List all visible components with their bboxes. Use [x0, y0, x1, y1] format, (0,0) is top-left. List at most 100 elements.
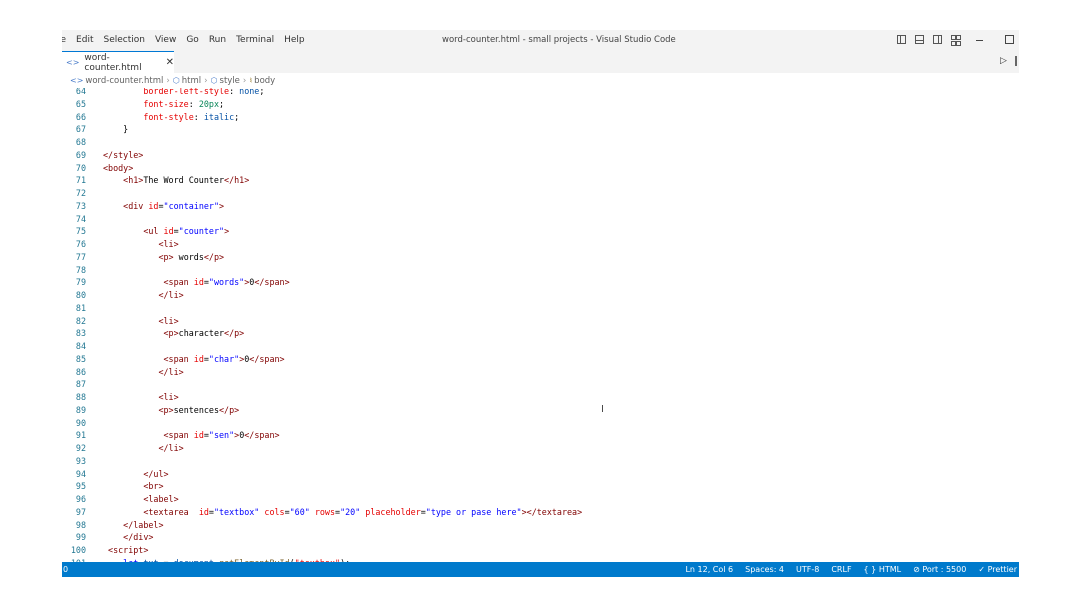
- line-number: 69: [75, 149, 86, 160]
- minimize-button[interactable]: [975, 35, 985, 45]
- customize-layout-icon[interactable]: [951, 35, 961, 46]
- code-line: 85 <span id="char">0</span>: [62, 353, 1019, 366]
- code-line: 82 <li>: [62, 315, 1019, 328]
- line-number: 89: [75, 404, 86, 415]
- status-right-items: Ln 12, Col 6 Spaces: 4 UTF-8 CRLF { } HT…: [673, 562, 1017, 577]
- code-line: 79 <span id="words">0</span>: [62, 276, 1019, 289]
- code-editor[interactable]: 64 border-left-style: none; 65 font-size:…: [62, 88, 1019, 562]
- line-code: </ul>: [143, 468, 169, 479]
- status-problems[interactable]: 0: [63, 562, 68, 577]
- code-line: 80 </li>: [62, 289, 1019, 302]
- menu-go[interactable]: Go: [186, 30, 198, 51]
- toggle-primary-sidebar-icon[interactable]: [897, 35, 906, 44]
- line-number: 84: [75, 341, 86, 351]
- line-code: <li>: [158, 239, 179, 249]
- code-line: 67 }: [62, 123, 1019, 136]
- line-code: <p>character</p>: [163, 328, 245, 339]
- status-indentation[interactable]: Spaces: 4: [745, 565, 784, 574]
- line-code: font-size: 20px;: [103, 98, 225, 109]
- line-number: 78: [75, 264, 86, 275]
- line-code: <label>: [143, 494, 179, 504]
- element-tag-icon: ♮: [249, 76, 253, 85]
- code-line: 64 border-left-style: none;: [62, 88, 1019, 98]
- code-line: 75 <ul id="counter">: [62, 225, 1019, 238]
- vscode-window: le Edit Selection View Go Run Terminal H…: [62, 30, 1019, 577]
- line-number: 74: [75, 213, 86, 224]
- menu-terminal[interactable]: Terminal: [236, 30, 274, 51]
- title-bar: le Edit Selection View Go Run Terminal H…: [62, 30, 1019, 51]
- code-line: 73 <div id="container">: [62, 200, 1019, 213]
- code-line: 95 <br>: [62, 480, 1019, 493]
- window-title: word-counter.html - small projects - Vis…: [442, 35, 676, 45]
- line-number: 64: [75, 88, 86, 96]
- line-number: 88: [75, 392, 86, 402]
- chevron-right-icon: ›: [242, 75, 247, 86]
- line-code: }: [103, 124, 129, 135]
- breadcrumb-style[interactable]: style: [220, 76, 240, 86]
- line-code: <li>: [158, 315, 179, 326]
- line-code: <span id="char">0</span>: [163, 353, 285, 364]
- line-code: <p> words</p>: [158, 251, 225, 262]
- text-cursor-icon: I: [601, 404, 604, 415]
- code-line: 68: [62, 136, 1019, 149]
- element-cube-icon: ⬡: [172, 76, 180, 85]
- line-number: 100: [70, 545, 86, 555]
- code-line: 91 <span id="sen">0</span>: [62, 429, 1019, 442]
- line-code: </li>: [158, 290, 184, 300]
- toggle-secondary-sidebar-icon[interactable]: [933, 35, 942, 44]
- line-number: 65: [75, 98, 86, 109]
- breadcrumb-file[interactable]: word-counter.html: [85, 76, 163, 86]
- line-number: 76: [75, 239, 86, 249]
- code-line: 84: [62, 340, 1019, 353]
- html-file-icon: <>: [70, 76, 84, 85]
- menu-file[interactable]: le: [62, 30, 66, 51]
- code-line: 99 </div>: [62, 531, 1019, 544]
- line-number: 79: [75, 277, 86, 288]
- code-line: 65 font-size: 20px;: [62, 98, 1019, 111]
- code-line: 96 <label>: [62, 493, 1019, 506]
- line-code: </style>: [103, 149, 144, 160]
- maximize-button[interactable]: [1005, 35, 1014, 44]
- status-encoding[interactable]: UTF-8: [796, 565, 819, 574]
- menu-edit[interactable]: Edit: [76, 30, 93, 51]
- status-live-server-port[interactable]: ⊘ Port : 5500: [913, 565, 966, 574]
- menu-run[interactable]: Run: [209, 30, 226, 51]
- code-line: 98 </label>: [62, 519, 1019, 532]
- code-line: 76 <li>: [62, 238, 1019, 251]
- status-prettier[interactable]: ✓ Prettier: [978, 565, 1017, 574]
- line-code: border-left-style: none;: [103, 88, 265, 96]
- split-editor-icon[interactable]: [1015, 56, 1017, 66]
- chevron-right-icon: ›: [204, 75, 208, 86]
- line-code: </li>: [158, 443, 184, 453]
- line-code: </li>: [158, 366, 184, 377]
- code-line: 72: [62, 187, 1019, 200]
- status-eol[interactable]: CRLF: [831, 565, 851, 574]
- code-line: 71 <h1>The Word Counter</h1>: [62, 174, 1019, 187]
- toggle-panel-icon[interactable]: [915, 35, 924, 44]
- menu-bar: le Edit Selection View Go Run Terminal H…: [62, 30, 315, 51]
- status-cursor-position[interactable]: Ln 12, Col 6: [685, 565, 733, 574]
- line-code: <p>sentences</p>: [158, 404, 240, 415]
- code-line: 92 </li>: [62, 442, 1019, 455]
- menu-selection[interactable]: Selection: [103, 30, 144, 51]
- line-number: 95: [75, 481, 86, 492]
- code-line: 70 <body>: [62, 162, 1019, 175]
- breadcrumb-html[interactable]: html: [182, 76, 201, 86]
- line-code: <textarea id="textbox" cols="60" rows="2…: [143, 506, 583, 517]
- menu-view[interactable]: View: [155, 30, 176, 51]
- line-number: 71: [75, 175, 86, 186]
- line-code: <span id="sen">0</span>: [163, 430, 280, 441]
- line-code: <li>: [158, 392, 179, 402]
- run-icon[interactable]: ▷: [1000, 56, 1007, 66]
- breadcrumb-body[interactable]: body: [254, 76, 275, 86]
- line-number: 66: [75, 111, 86, 122]
- code-line: 87: [62, 378, 1019, 391]
- code-line: 81: [62, 302, 1019, 315]
- line-number: 90: [75, 417, 86, 428]
- tab-word-counter-html[interactable]: <> word-counter.html ✕: [62, 51, 174, 73]
- line-number: 77: [75, 251, 86, 262]
- close-tab-icon[interactable]: ✕: [166, 57, 174, 68]
- menu-help[interactable]: Help: [284, 30, 305, 51]
- status-language[interactable]: { } HTML: [864, 565, 902, 574]
- code-line: 66 font-style: italic;: [62, 111, 1019, 124]
